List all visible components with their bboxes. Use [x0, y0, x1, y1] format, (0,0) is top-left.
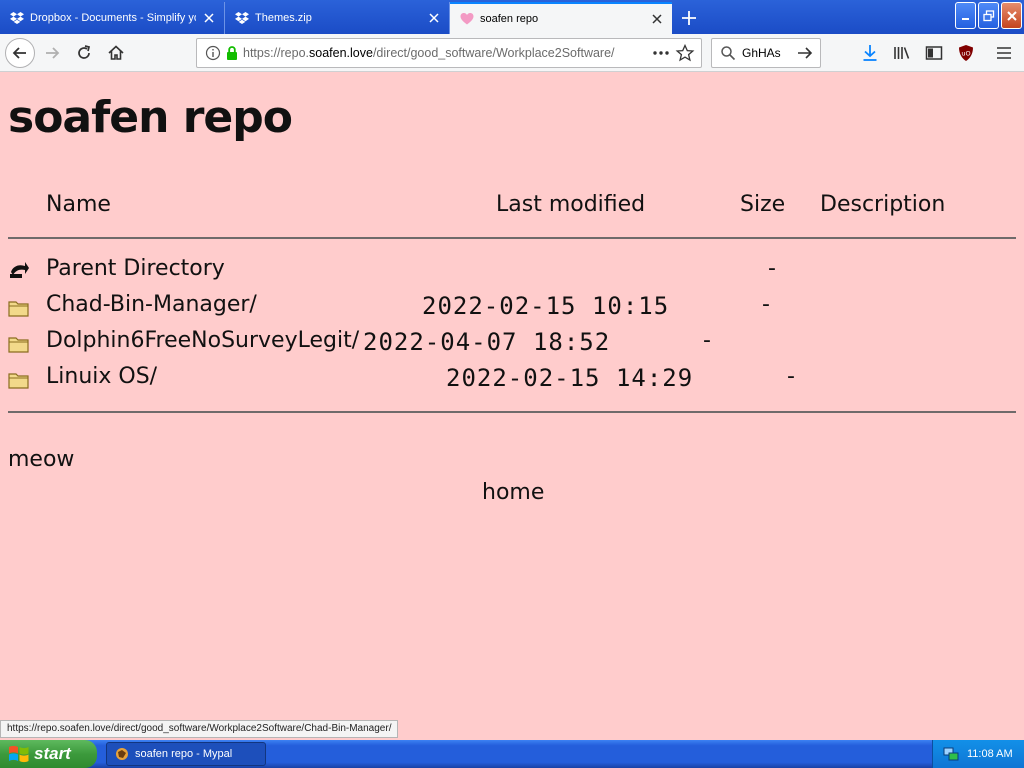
url-bar[interactable]: https://repo.soafen.love/direct/good_sof… — [196, 38, 702, 68]
url-domain: soafen.love — [309, 46, 373, 60]
page-content: soafen repo Name Last modified Size Desc… — [0, 72, 1024, 740]
close-window-button[interactable] — [1001, 2, 1022, 29]
back-button[interactable] — [5, 37, 35, 68]
hamburger-menu-icon — [997, 47, 1011, 59]
bookmark-star-icon[interactable] — [675, 44, 695, 62]
row-last-modified: 2022-02-15 14:29 — [446, 364, 694, 392]
reload-button[interactable] — [69, 38, 99, 68]
close-icon — [1006, 10, 1017, 21]
ublock-button[interactable]: uO — [950, 38, 982, 68]
tab-strip: Dropbox - Documents - Simplify yo Themes… — [0, 0, 1024, 34]
folder-link-linuix-os[interactable]: Linuix OS/ — [46, 364, 157, 389]
network-icon[interactable] — [943, 746, 959, 762]
row-size: - — [762, 292, 770, 317]
mypal-app-icon — [116, 748, 128, 760]
home-button[interactable] — [101, 38, 131, 68]
tab-title: Dropbox - Documents - Simplify yo — [30, 12, 196, 24]
downloads-button[interactable] — [854, 38, 886, 68]
menu-button[interactable] — [988, 38, 1020, 68]
row-size: - — [768, 256, 776, 281]
page-title: soafen repo — [8, 92, 293, 143]
tab-dropbox-documents[interactable]: Dropbox - Documents - Simplify yo — [0, 2, 225, 34]
taskbar: start soafen repo - Mypal 11:08 AM — [0, 740, 1024, 768]
column-header-name[interactable]: Name — [46, 192, 111, 217]
tab-soafen-repo[interactable]: soafen repo — [450, 2, 672, 34]
row-size: - — [703, 328, 711, 353]
search-input[interactable]: GhHAs — [742, 46, 796, 60]
info-icon[interactable] — [205, 45, 221, 61]
status-link-preview: https://repo.soafen.love/direct/good_sof… — [0, 720, 399, 738]
folder-icon — [8, 337, 29, 353]
library-button[interactable] — [886, 38, 918, 68]
minimize-button[interactable] — [955, 2, 976, 29]
folder-icon — [8, 373, 29, 389]
dropbox-icon — [235, 12, 249, 24]
plus-icon — [682, 11, 696, 25]
row-size: - — [787, 364, 795, 389]
footer-divider — [8, 411, 1016, 413]
folder-icon — [8, 301, 29, 317]
tab-themes-zip[interactable]: Themes.zip — [225, 2, 450, 34]
home-icon — [108, 44, 124, 60]
home-link[interactable]: home — [482, 480, 544, 505]
back-arrow-icon — [12, 46, 26, 59]
dropbox-icon — [10, 12, 24, 24]
lock-icon[interactable] — [225, 45, 239, 61]
tab-title: Themes.zip — [255, 12, 312, 24]
restore-icon — [982, 9, 994, 21]
system-tray: 11:08 AM — [932, 740, 1024, 768]
start-label: start — [34, 744, 71, 763]
navigation-toolbar: https://repo.soafen.love/direct/good_sof… — [0, 34, 1024, 72]
download-icon — [863, 45, 877, 61]
folder-link-dolphin6[interactable]: Dolphin6FreeNoSurveyLegit/ — [46, 328, 359, 353]
url-prefix: https://repo. — [243, 46, 310, 60]
close-icon[interactable] — [427, 11, 441, 25]
close-icon[interactable] — [650, 12, 664, 26]
taskbar-item-label: soafen repo - Mypal — [135, 748, 233, 760]
reload-icon — [78, 44, 91, 59]
close-icon[interactable] — [202, 11, 216, 25]
parent-directory-link[interactable]: Parent Directory — [46, 256, 225, 281]
minimize-icon — [961, 17, 969, 20]
toolbar-right: uO — [854, 38, 1020, 68]
svg-text:uO: uO — [961, 50, 970, 58]
search-bar[interactable]: GhHAs — [711, 38, 821, 68]
folder-link-chad-bin-manager[interactable]: Chad-Bin-Manager/ — [46, 292, 257, 317]
heart-icon — [460, 13, 474, 25]
row-last-modified: 2022-02-15 10:15 — [422, 292, 670, 320]
start-button[interactable]: start — [0, 740, 97, 768]
new-tab-button[interactable] — [672, 2, 706, 34]
windows-logo-icon — [9, 745, 29, 763]
row-last-modified: 2022-04-07 18:52 — [363, 328, 611, 356]
column-header-last-modified[interactable]: Last modified — [496, 192, 645, 217]
restore-button[interactable] — [978, 2, 999, 29]
ublock-shield-icon: uO — [959, 45, 973, 61]
url-text[interactable]: https://repo.soafen.love/direct/good_sof… — [243, 46, 647, 60]
sidebar-icon — [925, 46, 943, 60]
sidebar-button[interactable] — [918, 38, 950, 68]
column-header-size[interactable]: Size — [740, 192, 785, 217]
url-path: /direct/good_software/Workplace2Software… — [372, 46, 615, 60]
window-controls — [955, 2, 1022, 29]
arrow-right-icon[interactable] — [796, 45, 814, 61]
clock[interactable]: 11:08 AM — [967, 748, 1013, 760]
forward-arrow-icon — [46, 46, 60, 59]
footer-text: meow — [8, 447, 75, 472]
forward-button[interactable] — [37, 38, 67, 68]
more-actions-icon[interactable] — [651, 45, 671, 61]
header-divider — [8, 237, 1016, 239]
library-icon — [894, 47, 910, 59]
column-header-description[interactable]: Description — [820, 192, 945, 217]
back-arrow-icon — [10, 262, 29, 278]
taskbar-item-mypal[interactable]: soafen repo - Mypal — [106, 742, 266, 766]
tab-title: soafen repo — [480, 13, 539, 25]
search-icon — [721, 46, 736, 61]
